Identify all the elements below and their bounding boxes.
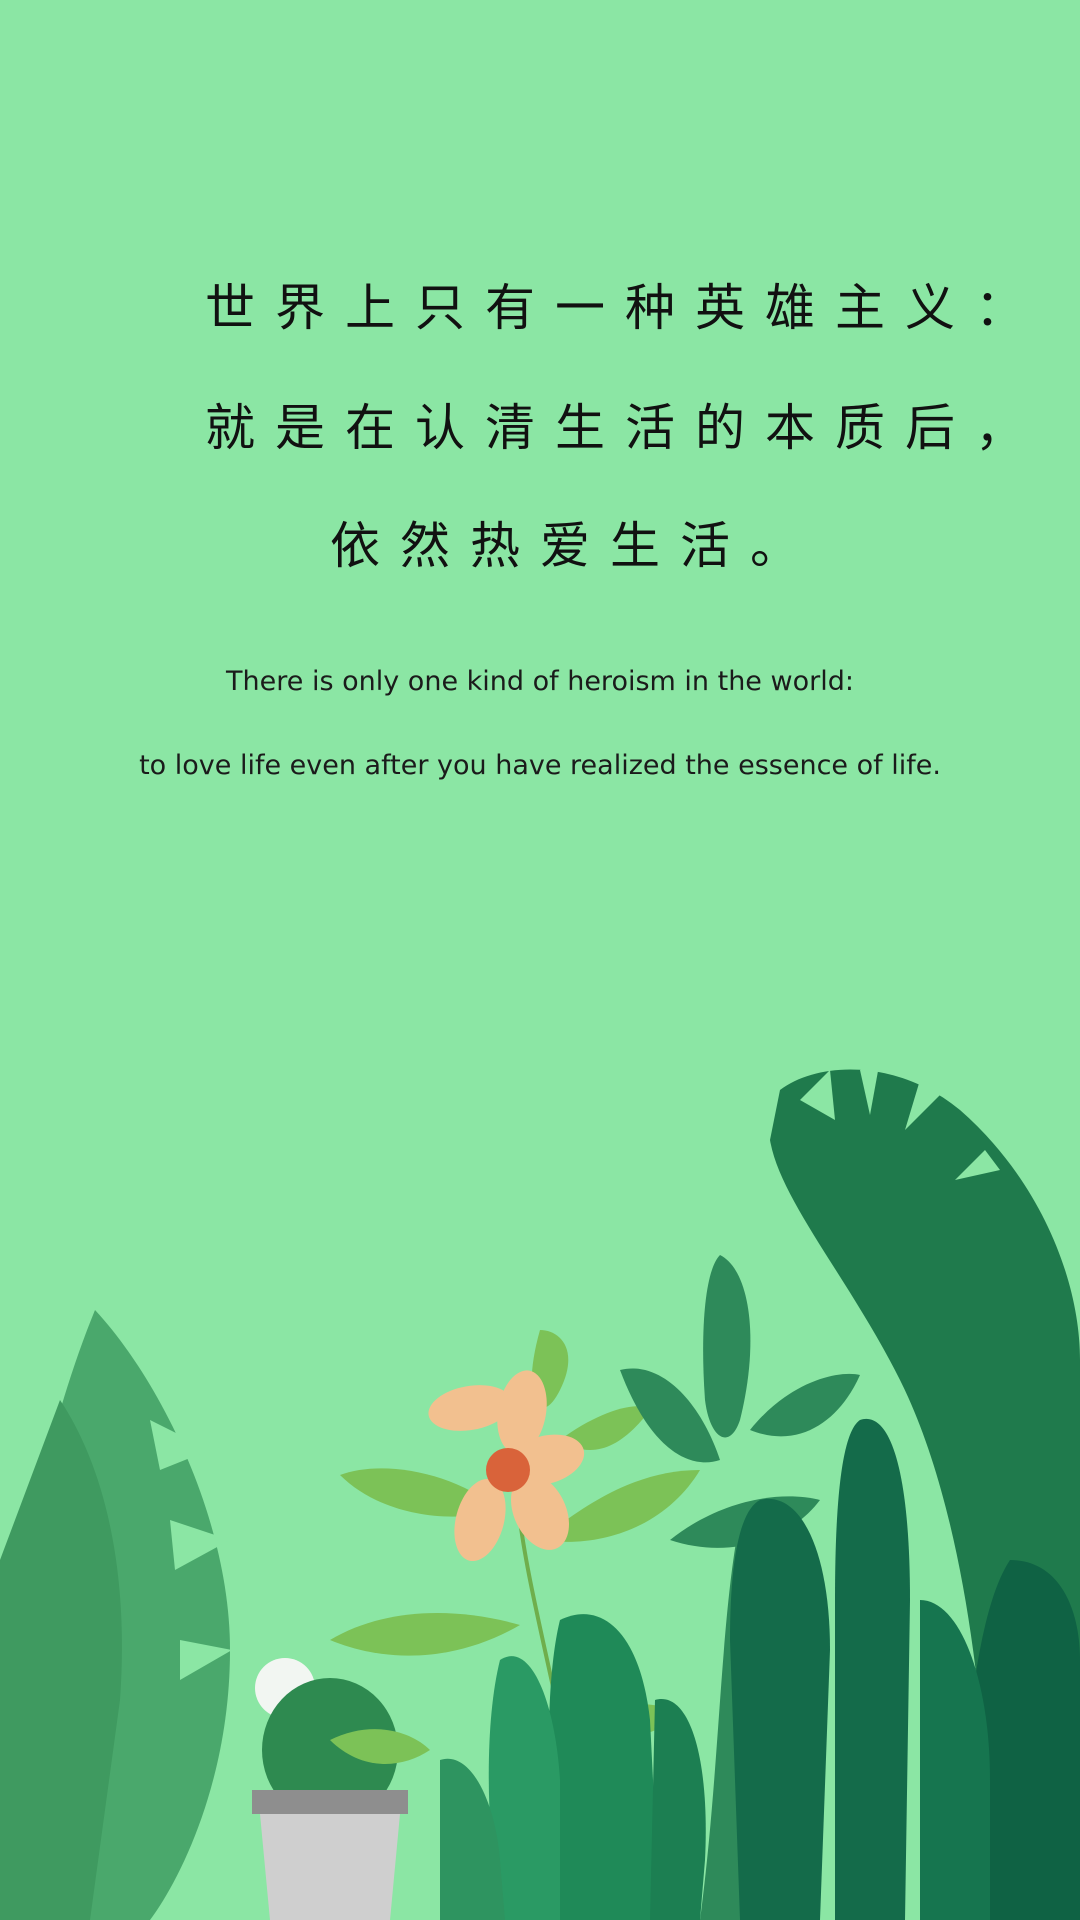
plants-illustration [0, 1060, 1080, 1920]
left-leaf [0, 1310, 232, 1920]
cactus-pot [252, 1658, 408, 1920]
flower [428, 1370, 585, 1562]
quote-wallpaper: 世界上只有一种英雄主义： 就是在认清生活的本质后， 依然热爱生活。 There … [0, 0, 1080, 1920]
